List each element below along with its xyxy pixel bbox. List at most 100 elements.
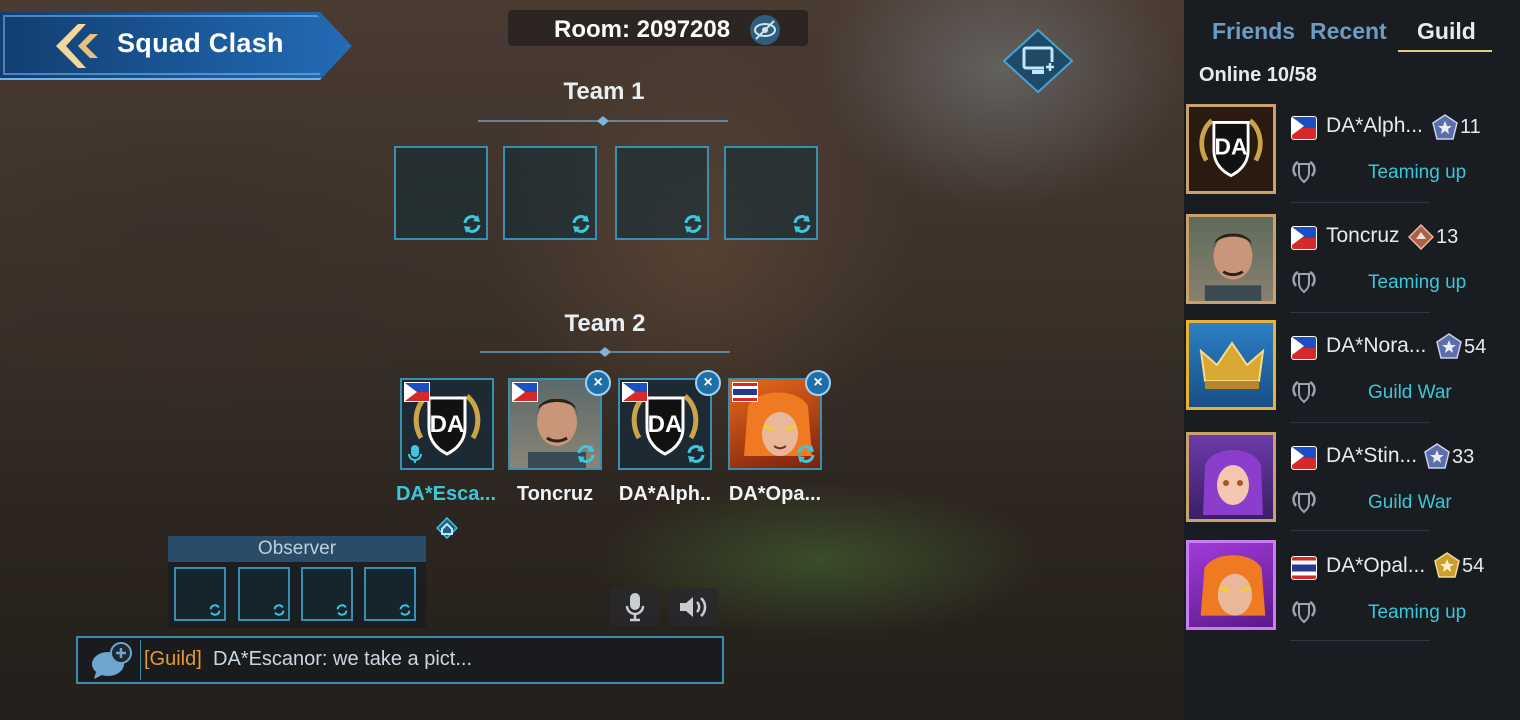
rank-badge-icon (1434, 552, 1460, 578)
speaker-icon (680, 597, 707, 617)
microphone-icon (625, 593, 645, 622)
page-title: Squad Clash (117, 28, 284, 58)
swap-icon[interactable] (208, 603, 222, 617)
crown-icon (1199, 341, 1265, 389)
rank-number: 11 (1460, 116, 1481, 138)
back-arrow-icon[interactable] (52, 22, 104, 70)
kick-player-button[interactable]: × (585, 370, 611, 396)
guild-crest-icon: DA (1199, 118, 1263, 178)
guild-emblem-icon (1292, 270, 1316, 294)
hero-avatar (1200, 555, 1266, 616)
observer-slot-3[interactable] (301, 567, 353, 621)
chat-channel-tag: [Guild] (144, 648, 202, 670)
member-status: Teaming up (1368, 272, 1467, 293)
team2-divider (480, 347, 730, 357)
svg-text:DA: DA (430, 411, 465, 438)
ph-flag-icon (512, 382, 538, 402)
row-divider (1290, 312, 1430, 313)
swap-icon[interactable] (461, 213, 483, 235)
team1-divider (478, 116, 728, 126)
rank-badge-icon (1436, 333, 1462, 359)
mic-button[interactable] (610, 588, 660, 626)
row-divider (1290, 640, 1430, 641)
member-name: Toncruz (1326, 224, 1400, 247)
tab-guild[interactable]: Guild (1417, 18, 1476, 45)
player-name: DA*Opa... (728, 483, 822, 505)
row-divider (1290, 422, 1430, 423)
member-avatar[interactable] (1186, 540, 1276, 630)
member-avatar[interactable]: DA (1186, 104, 1276, 194)
member-name: DA*Stin... (1326, 444, 1418, 467)
member-name: DA*Nora... (1326, 334, 1427, 357)
rank-number: 54 (1462, 555, 1485, 577)
swap-icon[interactable] (685, 443, 707, 465)
member-status: Guild War (1368, 492, 1452, 513)
player-name: DA*Alph.. (618, 483, 712, 505)
hide-eye-icon[interactable] (749, 14, 781, 46)
th-flag-icon (1291, 556, 1317, 580)
rank-badge-icon (1432, 114, 1458, 140)
member-status: Guild War (1368, 382, 1452, 403)
player-avatar (1204, 232, 1262, 301)
guild-emblem-icon (1292, 490, 1316, 514)
ph-flag-icon (1291, 446, 1317, 470)
member-name: DA*Opal... (1326, 554, 1426, 577)
ph-flag-icon (1291, 116, 1317, 140)
tab-recent[interactable]: Recent (1310, 18, 1387, 45)
swap-icon[interactable] (682, 213, 704, 235)
team1-slot-2[interactable] (503, 146, 597, 240)
kick-player-button[interactable]: × (805, 370, 831, 396)
member-status: Teaming up (1368, 162, 1467, 183)
observer-slot-1[interactable] (174, 567, 226, 621)
swap-icon[interactable] (570, 213, 592, 235)
member-name: DA*Alph... (1326, 114, 1423, 137)
player-name: Toncruz (516, 483, 594, 505)
kick-player-button[interactable]: × (695, 370, 721, 396)
swap-icon[interactable] (791, 213, 813, 235)
member-avatar[interactable] (1186, 432, 1276, 522)
swap-icon[interactable] (272, 603, 286, 617)
team2-label: Team 2 (564, 310, 646, 337)
swap-icon[interactable] (398, 603, 412, 617)
observer-slot-4[interactable] (364, 567, 416, 621)
chat-message: DA*Escanor: we take a pict... (213, 648, 473, 670)
team2-player-slot-1[interactable]: DA (400, 378, 494, 470)
swap-icon[interactable] (795, 443, 817, 465)
room-owner-icon (436, 517, 458, 539)
row-divider (1290, 530, 1430, 531)
team1-slot-4[interactable] (724, 146, 818, 240)
team1-label: Team 1 (563, 78, 645, 105)
chat-divider (140, 640, 141, 680)
rank-number: 33 (1452, 446, 1475, 468)
svg-text:DA: DA (648, 411, 683, 438)
tab-friends[interactable]: Friends (1212, 18, 1295, 45)
online-count: Online 10/58 (1199, 64, 1317, 86)
rank-number: 54 (1464, 336, 1487, 358)
active-tab-indicator (1398, 50, 1492, 52)
swap-icon[interactable] (575, 443, 597, 465)
team1-slot-1[interactable] (394, 146, 488, 240)
observer-label: Observer (168, 536, 426, 562)
rank-badge-icon (1408, 224, 1434, 250)
chat-add-icon[interactable] (88, 640, 134, 680)
observer-slot-2[interactable] (238, 567, 290, 621)
svg-text:DA: DA (1215, 134, 1248, 160)
room-number: Room: 2097208 (554, 16, 731, 43)
rank-number: 13 (1436, 226, 1459, 248)
ph-flag-icon (404, 382, 430, 402)
ph-flag-icon (1291, 226, 1317, 250)
row-divider (1290, 202, 1430, 203)
spectate-screen-icon[interactable] (1002, 28, 1074, 94)
player-name: DA*Esca... (395, 483, 497, 505)
hero-avatar (1203, 450, 1263, 515)
swap-icon[interactable] (335, 603, 349, 617)
member-avatar[interactable] (1186, 214, 1276, 304)
member-status: Teaming up (1368, 602, 1467, 623)
speaker-button[interactable] (668, 588, 718, 626)
guild-emblem-icon (1292, 600, 1316, 624)
th-flag-icon (732, 382, 758, 402)
guild-emblem-icon (1292, 380, 1316, 404)
member-avatar[interactable] (1186, 320, 1276, 410)
team1-slot-3[interactable] (615, 146, 709, 240)
guild-emblem-icon (1292, 160, 1316, 184)
